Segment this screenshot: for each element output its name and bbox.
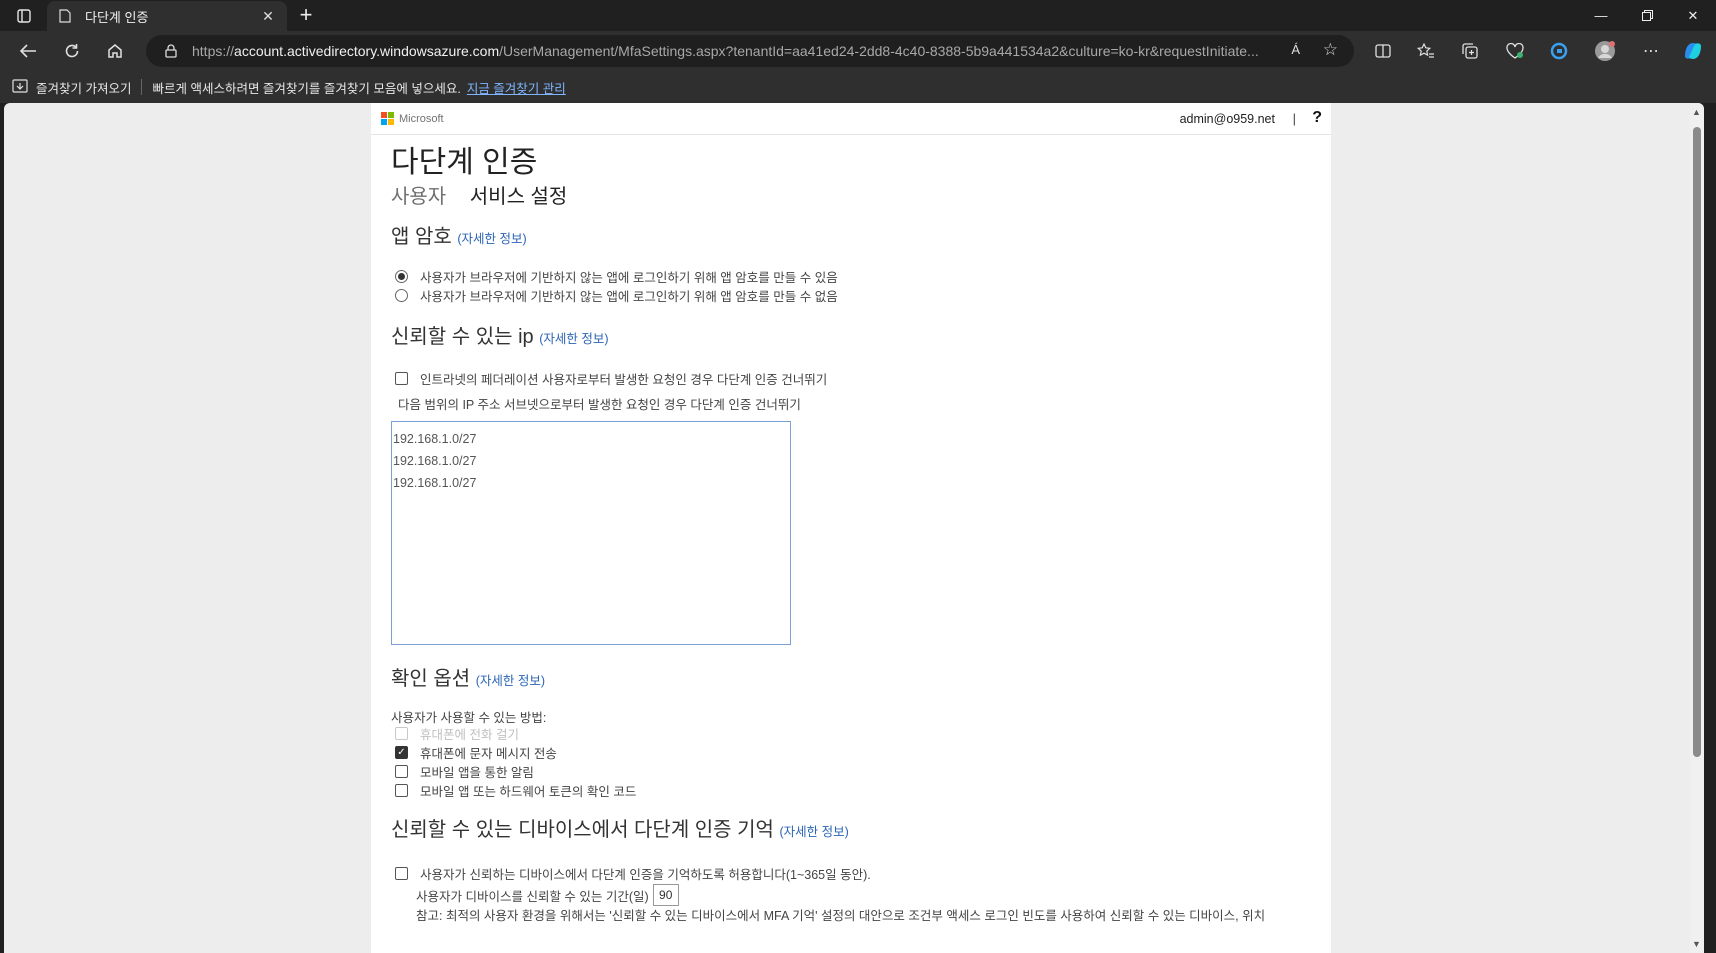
remember-mfa-more-info-link[interactable]: (자세한 정보) — [780, 825, 849, 839]
method-text-message-label: 휴대폰에 문자 메시지 전송 — [420, 747, 557, 761]
method-phone-call-label: 휴대폰에 전화 걸기 — [420, 728, 519, 742]
remember-mfa-option[interactable]: 사용자가 신뢰하는 디바이스에서 다단계 인증을 기억하도록 허용합니다(1~3… — [391, 864, 1311, 883]
lock-icon[interactable] — [162, 42, 180, 60]
remember-days-input[interactable]: 90 — [652, 884, 679, 906]
method-verification-code-label: 모바일 앱 또는 하드웨어 토큰의 확인 코드 — [420, 785, 637, 799]
trusted-ips-more-info-link[interactable]: (자세한 정보) — [539, 332, 608, 346]
remember-mfa-checkbox[interactable] — [395, 867, 408, 880]
method-app-notification[interactable]: 모바일 앱을 통한 알림 — [391, 762, 1311, 781]
app-password-allow-radio[interactable] — [395, 270, 408, 283]
trusted-ips-heading: 신뢰할 수 있는 ip (자세한 정보) — [391, 323, 1311, 353]
more-options-icon[interactable]: ⋯ — [1636, 36, 1666, 66]
tab-service-settings[interactable]: 서비스 설정 — [470, 186, 568, 208]
federated-skip-option[interactable]: 인트라넷의 페더레이션 사용자로부터 발생한 요청인 경우 다단계 인증 건너뛰… — [391, 369, 1311, 388]
trusted-ips-title: 신뢰할 수 있는 ip — [391, 326, 534, 348]
verification-title: 확인 옵션 — [391, 668, 471, 690]
remember-mfa-label: 사용자가 신뢰하는 디바이스에서 다단계 인증을 기억하도록 허용합니다(1~3… — [420, 868, 871, 882]
page-viewport: Microsoft admin@o959.net | ? 다단계 인증 사용자 … — [4, 103, 1704, 953]
signed-in-user[interactable]: admin@o959.net — [1180, 112, 1275, 126]
tab-title: 다단계 인증 — [85, 9, 149, 25]
remember-mfa-title: 신뢰할 수 있는 디바이스에서 다단계 인증 기억 — [391, 819, 774, 841]
read-aloud-icon[interactable]: Á — [1291, 42, 1300, 57]
remember-mfa-heading: 신뢰할 수 있는 디바이스에서 다단계 인증 기억 (자세한 정보) — [391, 816, 1311, 846]
microsoft-brand-text: Microsoft — [399, 112, 444, 125]
browser-toolbar: https://account.activedirectory.windowsa… — [0, 31, 1716, 71]
method-text-message-checkbox[interactable]: ✓ — [395, 746, 408, 759]
federated-skip-checkbox[interactable] — [395, 372, 408, 385]
app-passwords-more-info-link[interactable]: (자세한 정보) — [457, 232, 526, 246]
import-favorites-button[interactable]: 즐겨찾기 가져오기 — [36, 78, 131, 97]
microsoft-logo: Microsoft — [381, 112, 444, 125]
favorites-hint: 빠르게 액세스하려면 즐겨찾기를 즐겨찾기 모음에 넣으세요. — [152, 81, 461, 96]
manage-favorites-link[interactable]: 지금 즐겨찾기 관리 — [467, 78, 566, 97]
subnet-skip-label: 다음 범위의 IP 주소 서브넷으로부터 발생한 요청인 경우 다단계 인증 건… — [398, 398, 801, 412]
ip-range-line: 192.168.1.0/27 — [393, 432, 477, 446]
favorites-bar: 즐겨찾기 가져오기 빠르게 액세스하려면 즐겨찾기를 즐겨찾기 모음에 넣으세요… — [0, 71, 1716, 103]
method-app-notification-checkbox[interactable] — [395, 765, 408, 778]
browser-essentials-icon[interactable] — [1500, 36, 1530, 66]
methods-label: 사용자가 사용할 수 있는 방법: — [391, 711, 547, 725]
tab-actions-icon[interactable] — [8, 4, 40, 28]
edge-icon[interactable] — [1544, 36, 1574, 66]
new-tab-button[interactable]: + — [294, 2, 318, 27]
ip-range-line: 192.168.1.0/27 — [393, 454, 477, 468]
mfa-settings-page: Microsoft admin@o959.net | ? 다단계 인증 사용자 … — [371, 103, 1331, 953]
method-phone-call-checkbox — [395, 727, 408, 740]
copilot-icon[interactable] — [1678, 36, 1708, 66]
verification-more-info-link[interactable]: (자세한 정보) — [476, 674, 545, 688]
import-favorites-icon[interactable] — [12, 78, 28, 96]
method-verification-code-checkbox[interactable] — [395, 784, 408, 797]
page-title: 다단계 인증 — [391, 146, 538, 179]
restore-icon[interactable] — [1624, 0, 1670, 31]
app-password-allow-option[interactable]: 사용자가 브라우저에 기반하지 않는 앱에 로그인하기 위해 앱 암호를 만들 … — [391, 267, 1311, 286]
app-passwords-title: 앱 암호 — [391, 226, 452, 248]
app-passwords-heading: 앱 암호 (자세한 정보) — [391, 223, 1311, 253]
scrollbar-thumb[interactable] — [1693, 127, 1701, 757]
tab-close-icon[interactable]: ✕ — [259, 7, 277, 25]
app-password-deny-radio[interactable] — [395, 289, 408, 302]
remember-days-row: 사용자가 디바이스를 신뢰할 수 있는 기간(일) 90 — [416, 883, 1311, 907]
page-header: Microsoft admin@o959.net | ? — [371, 103, 1331, 135]
app-password-deny-label: 사용자가 브라우저에 기반하지 않는 앱에 로그인하기 위해 앱 암호를 만들 … — [420, 290, 838, 304]
method-app-notification-label: 모바일 앱을 통한 알림 — [420, 766, 534, 780]
remember-mfa-note: 참고: 최적의 사용자 환경을 위해서는 '신뢰할 수 있는 디바이스에서 MF… — [416, 909, 1266, 923]
app-password-allow-label: 사용자가 브라우저에 기반하지 않는 앱에 로그인하기 위해 앱 암호를 만들 … — [420, 271, 838, 285]
method-verification-code[interactable]: 모바일 앱 또는 하드웨어 토큰의 확인 코드 — [391, 781, 1311, 800]
page-favicon-icon — [57, 8, 73, 24]
close-window-icon[interactable]: ✕ — [1670, 0, 1716, 31]
home-icon[interactable] — [100, 36, 130, 66]
trusted-ip-ranges-textarea[interactable]: 192.168.1.0/27 192.168.1.0/27 192.168.1.… — [391, 421, 791, 645]
address-bar[interactable]: https://account.activedirectory.windowsa… — [146, 35, 1354, 67]
help-button[interactable]: ? — [1312, 109, 1322, 127]
page-scrollbar[interactable]: ▲ ▼ — [1690, 103, 1704, 953]
favorites-divider — [141, 79, 143, 95]
page-content: 다단계 인증 사용자 서비스 설정 앱 암호 (자세한 정보) 사용자가 브라우… — [391, 143, 1311, 925]
ip-range-line: 192.168.1.0/27 — [393, 476, 477, 490]
tab-users[interactable]: 사용자 — [391, 186, 446, 208]
url-text[interactable]: https://account.activedirectory.windowsa… — [192, 43, 1282, 59]
microsoft-logo-icon — [381, 112, 394, 125]
verification-heading: 확인 옵션 (자세한 정보) — [391, 665, 1311, 695]
method-phone-call: 휴대폰에 전화 걸기 — [391, 724, 1311, 743]
scroll-up-icon[interactable]: ▲ — [1692, 107, 1701, 117]
back-icon[interactable] — [13, 36, 43, 66]
split-screen-icon[interactable] — [1368, 36, 1398, 66]
app-password-deny-option[interactable]: 사용자가 브라우저에 기반하지 않는 앱에 로그인하기 위해 앱 암호를 만들 … — [391, 286, 1311, 305]
browser-titlebar: 다단계 인증 ✕ + — ✕ — [0, 0, 1716, 31]
method-text-message[interactable]: ✓ 휴대폰에 문자 메시지 전송 — [391, 743, 1311, 762]
minimize-icon[interactable]: — — [1578, 0, 1624, 31]
scroll-down-icon[interactable]: ▼ — [1692, 939, 1701, 949]
favorites-icon[interactable] — [1411, 36, 1441, 66]
page-tabs: 사용자 서비스 설정 — [391, 183, 1311, 211]
browser-tab-active[interactable]: 다단계 인증 ✕ — [47, 1, 287, 31]
refresh-icon[interactable] — [57, 36, 87, 66]
profile-avatar[interactable] — [1590, 36, 1620, 66]
collections-icon[interactable] — [1455, 36, 1485, 66]
favorite-star-icon[interactable]: ☆ — [1323, 40, 1338, 60]
header-separator: | — [1292, 111, 1296, 126]
remember-days-label: 사용자가 디바이스를 신뢰할 수 있는 기간(일) — [416, 889, 649, 904]
federated-skip-label: 인트라넷의 페더레이션 사용자로부터 발생한 요청인 경우 다단계 인증 건너뛰… — [420, 373, 828, 387]
